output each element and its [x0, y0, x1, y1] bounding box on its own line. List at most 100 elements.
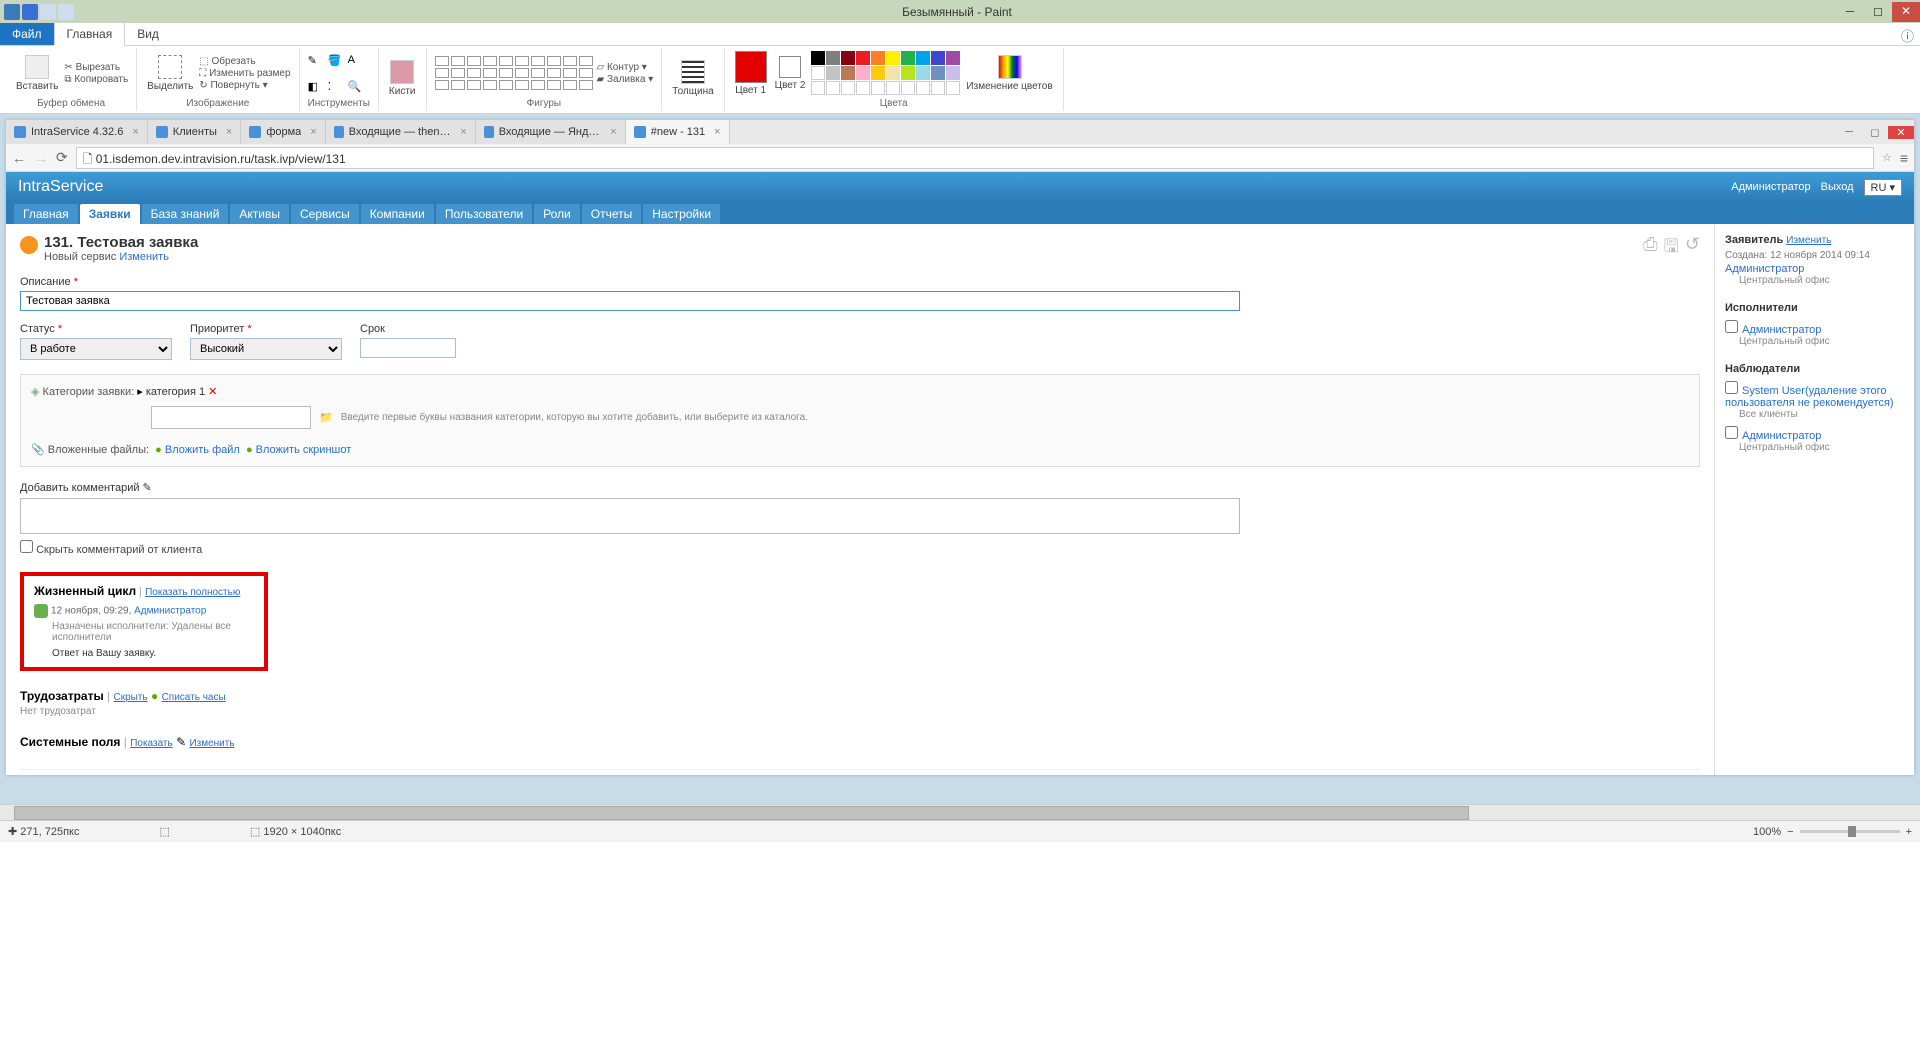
effort-add-link[interactable]: Списать часы [162, 692, 226, 703]
nav-tab[interactable]: Компании [361, 204, 434, 224]
category-input[interactable] [151, 406, 311, 429]
view-tab[interactable]: Вид [125, 23, 171, 45]
nav-tab[interactable]: Отчеты [582, 204, 641, 224]
tab-close-icon[interactable]: × [132, 126, 138, 138]
nav-tab[interactable]: База знаний [142, 204, 229, 224]
tab-close-icon[interactable]: × [610, 126, 616, 138]
person-link[interactable]: Администратор [1742, 324, 1821, 336]
zoom-out[interactable]: − [1787, 826, 1793, 838]
shapes-gallery[interactable] [435, 56, 593, 90]
change-service-link[interactable]: Изменить [119, 251, 169, 263]
resize-button[interactable]: ⛶ Изменить размер [199, 68, 290, 79]
redo-icon[interactable] [58, 4, 74, 20]
person-checkbox[interactable] [1725, 381, 1738, 394]
hide-comment-checkbox[interactable] [20, 540, 33, 553]
tab-close-icon[interactable]: × [310, 126, 316, 138]
deadline-input[interactable] [360, 338, 456, 358]
maximize-button[interactable]: ◻ [1864, 2, 1892, 22]
size-button[interactable]: Толщина [670, 58, 715, 99]
fill-tool[interactable]: 🪣 [328, 54, 346, 67]
minimize-button[interactable]: ─ [1836, 2, 1864, 22]
pencil-tool[interactable]: ✎ [308, 54, 326, 67]
nav-tab[interactable]: Заявки [80, 204, 140, 224]
action-save-icon[interactable]: 🖫 [1664, 234, 1679, 264]
priority-select[interactable]: Высокий [190, 338, 342, 360]
zoom-slider[interactable] [1800, 830, 1900, 833]
forward-button[interactable]: → [34, 150, 48, 166]
tab-close-icon[interactable]: × [714, 126, 720, 138]
select-button[interactable]: Выделить [145, 53, 195, 94]
file-tab[interactable]: Файл [0, 23, 54, 45]
tab-close-icon[interactable]: × [460, 126, 466, 138]
browser-tab[interactable]: #new - 131× [626, 120, 730, 144]
language-select[interactable]: RU ▾ [1864, 179, 1902, 196]
category-remove[interactable]: ✕ [208, 386, 217, 398]
category-browse-icon[interactable]: 📁 [319, 411, 333, 424]
browser-tab[interactable]: Входящие — Яндекс.По× [476, 120, 626, 144]
action-icon-1[interactable]: ⎙ [1643, 234, 1657, 264]
edit-colors-button[interactable]: Изменение цветов [964, 53, 1054, 94]
nav-tab[interactable]: Настройки [643, 204, 720, 224]
zoom-in[interactable]: + [1906, 826, 1912, 838]
attach-file-link[interactable]: Вложить файл [165, 444, 240, 456]
color1-button[interactable]: Цвет 1 [733, 49, 769, 98]
home-tab[interactable]: Главная [54, 22, 126, 46]
attach-screenshot-link[interactable]: Вложить скриншот [256, 444, 352, 456]
nav-tab[interactable]: Активы [230, 204, 289, 224]
reload-button[interactable]: ⟳ [56, 149, 68, 166]
crop-button[interactable]: ⬚ Обрезать [199, 56, 290, 67]
paste-button[interactable]: Вставить [14, 53, 60, 94]
browser-tab[interactable]: Клиенты× [148, 120, 242, 144]
nav-tab[interactable]: Сервисы [291, 204, 359, 224]
browser-maximize[interactable]: ◻ [1862, 126, 1888, 139]
url-input[interactable]: 🗋 01.isdemon.dev.intravision.ru/task.ivp… [76, 147, 1874, 169]
browser-tab[interactable]: Входящие — theniceguy× [326, 120, 476, 144]
requester-change[interactable]: Изменить [1786, 235, 1831, 246]
requester-user[interactable]: Администратор [1725, 263, 1904, 275]
text-tool[interactable]: A [348, 54, 366, 66]
status-select[interactable]: В работе [20, 338, 172, 360]
person-checkbox[interactable] [1725, 426, 1738, 439]
nav-tab[interactable]: Роли [534, 204, 580, 224]
lifecycle-user[interactable]: Администратор [134, 606, 206, 617]
browser-close[interactable]: ✕ [1888, 126, 1914, 139]
menu-icon[interactable]: ≡ [1900, 150, 1908, 166]
zoom-tool[interactable]: 🔍 [348, 80, 366, 93]
action-undo-icon[interactable]: ↺ [1685, 234, 1700, 264]
comment-edit-icon[interactable]: ✎ [143, 482, 152, 494]
shape-outline-button[interactable]: ▱ Контур ▾ [597, 62, 654, 73]
description-input[interactable] [20, 291, 1240, 311]
effort-hide-link[interactable]: Скрыть [114, 692, 148, 703]
color-palette[interactable] [811, 51, 960, 95]
save-icon[interactable] [22, 4, 38, 20]
person-checkbox[interactable] [1725, 320, 1738, 333]
bookmark-icon[interactable]: ☆ [1882, 151, 1892, 164]
browser-tab[interactable]: форма× [241, 120, 325, 144]
tab-close-icon[interactable]: × [226, 126, 232, 138]
shape-fill-button[interactable]: ▰ Заливка ▾ [597, 74, 654, 85]
comment-textarea[interactable] [20, 498, 1240, 534]
sysfields-edit-link[interactable]: Изменить [189, 738, 234, 749]
logout-link[interactable]: Выход [1821, 181, 1854, 193]
lifecycle-show-full[interactable]: Показать полностью [145, 587, 240, 598]
picker-tool[interactable]: ⁚ [328, 80, 346, 93]
browser-tab[interactable]: IntraService 4.32.6× [6, 120, 148, 144]
browser-minimize[interactable]: ─ [1836, 126, 1862, 139]
sysfields-show-link[interactable]: Показать [130, 738, 173, 749]
nav-tab[interactable]: Главная [14, 204, 78, 224]
undo-icon[interactable] [40, 4, 56, 20]
brushes-button[interactable]: Кисти [387, 58, 418, 99]
nav-tab[interactable]: Пользователи [436, 204, 532, 224]
color2-button[interactable]: Цвет 2 [773, 54, 808, 93]
help-icon[interactable]: ⓘ [1901, 26, 1914, 45]
eraser-tool[interactable]: ◧ [308, 80, 326, 93]
back-button[interactable]: ← [12, 150, 26, 166]
cut-button[interactable]: ✂ Вырезать [64, 62, 128, 73]
horizontal-scrollbar[interactable] [0, 804, 1920, 820]
copy-button[interactable]: ⧉ Копировать [64, 74, 128, 85]
person-link[interactable]: Администратор [1742, 430, 1821, 442]
scrollbar-thumb[interactable] [14, 806, 1469, 820]
close-button[interactable]: ✕ [1892, 2, 1920, 22]
rotate-button[interactable]: ↻ Повернуть ▾ [199, 80, 290, 91]
current-user[interactable]: Администратор [1731, 181, 1810, 193]
